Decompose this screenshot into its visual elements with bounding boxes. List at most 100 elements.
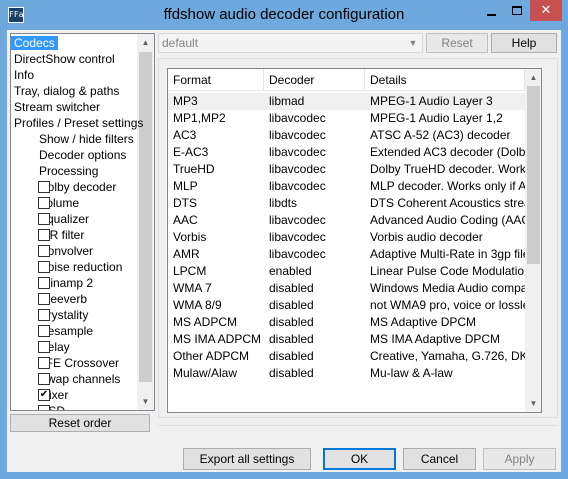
decoder-cell: libmad [269, 94, 305, 108]
title-bar[interactable]: FFa ffdshow audio decoder configuration … [0, 0, 568, 30]
details-cell: ATSC A-52 (AC3) decoder [370, 128, 511, 142]
apply-button[interactable]: Apply [483, 448, 556, 470]
format-cell: MS IMA ADPCM [173, 332, 262, 346]
tree-item-label: Noise reduction [39, 260, 123, 274]
table-row[interactable]: TrueHD libavcodec Dolby TrueHD decoder. Wo… [168, 161, 525, 178]
checkbox[interactable] [38, 357, 50, 369]
table-row[interactable]: Other ADPCM disabled Creative, Yamaha, G.7… [168, 348, 525, 365]
ok-button[interactable]: OK [323, 448, 396, 470]
table-row[interactable]: DTS libdts DTS Coherent Acoustics strea... [168, 195, 525, 212]
tree-item[interactable]: Dolby decoder [25, 179, 116, 195]
checkbox[interactable] [38, 325, 50, 337]
tree-item[interactable]: Show / hide filters [39, 131, 134, 147]
tree-item[interactable]: Processing [39, 163, 98, 179]
tree-item[interactable]: Crystality [25, 307, 88, 323]
format-cell: MLP [173, 179, 198, 193]
scroll-up-icon[interactable]: ▲ [137, 34, 154, 51]
reset-button[interactable]: Reset [426, 33, 488, 53]
format-cell: Other ADPCM [173, 349, 250, 363]
tree-item[interactable]: Noise reduction [25, 259, 122, 275]
tree-item[interactable]: LFE Crossover [25, 355, 119, 371]
details-cell: Creative, Yamaha, G.726, DK... [370, 349, 525, 363]
table-row[interactable]: MP1,MP2 libavcodec MPEG-1 Audio Layer 1,2 [168, 110, 525, 127]
checkbox[interactable] [38, 341, 50, 353]
tree-item[interactable]: Winamp 2 [25, 275, 93, 291]
checkbox[interactable] [38, 245, 50, 257]
table-row[interactable]: AAC libavcodec Advanced Audio Coding (AAC) [168, 212, 525, 229]
table-row[interactable]: MS IMA ADPCM disabled MS IMA Adaptive DPCM [168, 331, 525, 348]
column-decoder[interactable]: Decoder [264, 69, 365, 91]
scroll-down-icon[interactable]: ▼ [137, 393, 154, 410]
help-button[interactable]: Help [491, 33, 557, 53]
tree-item[interactable]: DirectShow control [14, 51, 115, 67]
table-row[interactable]: WMA 7 disabled Windows Media Audio compati… [168, 280, 525, 297]
tree-item[interactable]: Resample [25, 323, 93, 339]
checkbox[interactable] [38, 261, 50, 273]
tree-item[interactable]: Stream switcher [14, 99, 100, 115]
tree-item-label: Tray, dialog & paths [14, 84, 120, 98]
tree-item[interactable]: ✔ Mixer [25, 387, 68, 403]
scroll-down-icon[interactable]: ▼ [525, 395, 541, 412]
tree-item[interactable]: Equalizer [25, 211, 89, 227]
tree-item[interactable]: Delay [25, 339, 70, 355]
tree-item[interactable]: Convolver [25, 243, 93, 259]
tree-item[interactable]: Decoder options [39, 147, 126, 163]
decoder-cell: libavcodec [269, 145, 326, 159]
format-cell: MS ADPCM [173, 315, 238, 329]
list-scrollbar[interactable]: ▲ ▼ [525, 69, 541, 412]
tree-item[interactable]: Tray, dialog & paths [14, 83, 119, 99]
details-cell: Linear Pulse Code Modulation [370, 264, 525, 278]
reset-order-button[interactable]: Reset order [10, 414, 150, 432]
checkbox[interactable] [38, 213, 50, 225]
tree-item[interactable]: Swap channels [25, 371, 120, 387]
details-cell: Advanced Audio Coding (AAC) [370, 213, 525, 227]
tree-item[interactable]: Codecs [11, 35, 58, 51]
checkbox[interactable] [38, 181, 50, 193]
column-format[interactable]: Format [168, 69, 264, 91]
checkbox[interactable] [38, 405, 50, 410]
checkbox[interactable] [38, 373, 50, 385]
tree-scroll-thumb[interactable] [139, 52, 152, 382]
tree-item[interactable]: Freeverb [25, 291, 87, 307]
checkbox[interactable] [38, 277, 50, 289]
export-all-settings-button[interactable]: Export all settings [183, 448, 311, 470]
details-cell: not WMA9 pro, voice or lossless [370, 298, 525, 312]
checkbox[interactable] [38, 293, 50, 305]
table-row[interactable]: AC3 libavcodec ATSC A-52 (AC3) decoder [168, 127, 525, 144]
tree-scrollbar[interactable]: ▲ ▼ [137, 34, 154, 410]
column-details[interactable]: Details [365, 69, 525, 91]
tree-item[interactable]: Info [14, 67, 34, 83]
tree-item[interactable]: FIR filter [25, 227, 84, 243]
codecs-list[interactable]: Format Decoder Details ▲ ▼ MP3 libmad MPEG… [167, 68, 542, 413]
scroll-up-icon[interactable]: ▲ [525, 69, 541, 86]
minimize-button[interactable] [478, 0, 504, 21]
table-row[interactable]: WMA 8/9 disabled not WMA9 pro, voice or lo… [168, 297, 525, 314]
settings-tree[interactable]: ▲ ▼ Codecs DirectShow control Info Tray, di… [10, 33, 155, 411]
table-row[interactable]: AMR libavcodec Adaptive Multi-Rate in 3gp … [168, 246, 525, 263]
format-cell: TrueHD [173, 162, 215, 176]
format-cell: WMA 7 [173, 281, 212, 295]
table-row[interactable]: MS ADPCM disabled MS Adaptive DPCM [168, 314, 525, 331]
table-row[interactable]: E-AC3 libavcodec Extended AC3 decoder (Dol… [168, 144, 525, 161]
close-button[interactable]: ✕ [530, 0, 562, 21]
decoder-cell: disabled [269, 281, 314, 295]
tree-item[interactable]: Volume [25, 195, 79, 211]
details-cell: Mu-law & A-law [370, 366, 453, 380]
table-row[interactable]: LPCM enabled Linear Pulse Code Modulation [168, 263, 525, 280]
tree-item[interactable]: OSD [25, 403, 65, 410]
minimize-icon [487, 14, 496, 16]
table-row[interactable]: MLP libavcodec MLP decoder. Works only if … [168, 178, 525, 195]
checkbox[interactable] [38, 229, 50, 241]
maximize-button[interactable] [504, 0, 530, 21]
list-scroll-thumb[interactable] [527, 86, 540, 264]
table-row[interactable]: Mulaw/Alaw disabled Mu-law & A-law [168, 365, 525, 382]
checkbox[interactable] [38, 197, 50, 209]
tree-item[interactable]: Profiles / Preset settings [14, 115, 143, 131]
preset-dropdown[interactable]: default ▼ [158, 33, 423, 53]
checkbox-checked[interactable]: ✔ [38, 389, 50, 401]
table-row[interactable]: Vorbis libavcodec Vorbis audio decoder [168, 229, 525, 246]
format-cell: MP3 [173, 94, 198, 108]
table-row[interactable]: MP3 libmad MPEG-1 Audio Layer 3 [168, 93, 525, 110]
cancel-button[interactable]: Cancel [403, 448, 476, 470]
checkbox[interactable] [38, 309, 50, 321]
